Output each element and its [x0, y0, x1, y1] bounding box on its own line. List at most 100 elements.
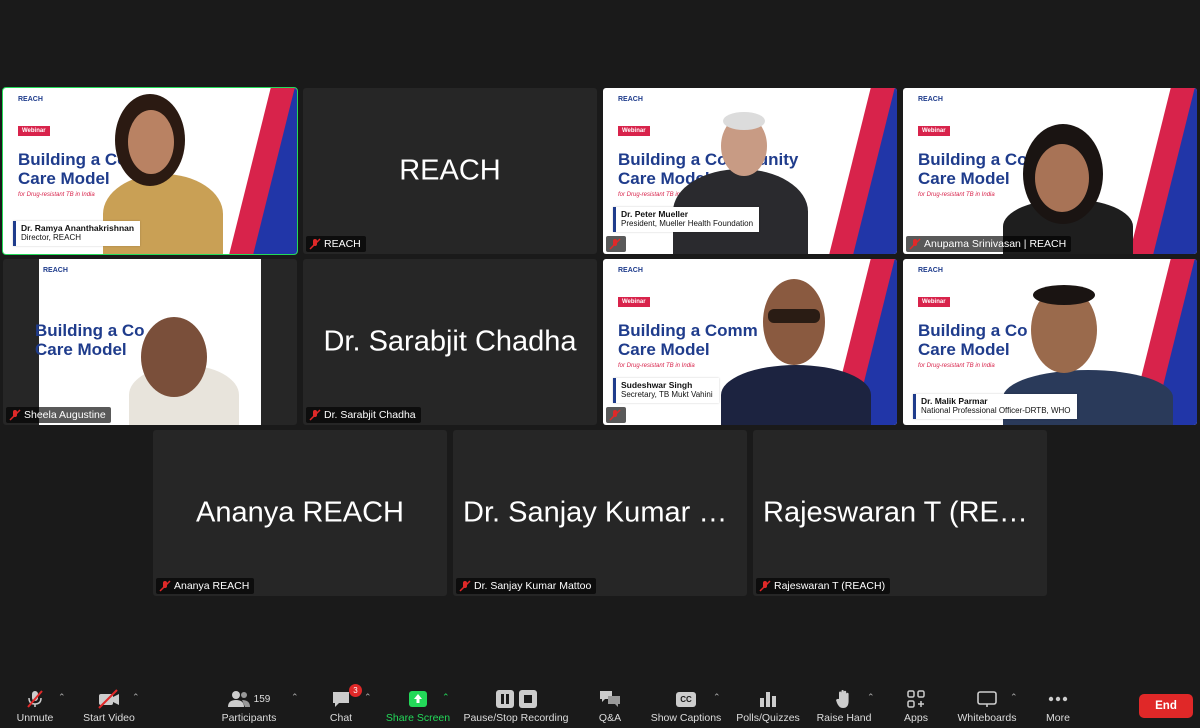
video-tile-malik[interactable]: REACH Webinar Building a Co Care Model fo… — [903, 259, 1197, 425]
speaker-face — [141, 317, 207, 397]
participants-icon — [227, 691, 250, 707]
video-tile-ananya[interactable]: Ananya REACH Ananya REACH — [153, 430, 447, 596]
slide-subtitle: for Drug-resistant TB in India — [918, 363, 995, 369]
polls-quizzes-button[interactable]: Polls/Quizzes — [734, 688, 802, 724]
raise-hand-icon — [836, 690, 849, 708]
chat-chevron-icon[interactable]: ⌃ — [364, 692, 372, 703]
participant-nametag: Rajeswaran T (REACH) — [756, 578, 891, 594]
video-tile-sarabjit[interactable]: Dr. Sarabjit Chadha Dr. Sarabjit Chadha — [303, 259, 597, 425]
muted-mic-icon — [27, 690, 43, 708]
slide-headline: Building a Co Care Model — [918, 150, 1028, 188]
audio-options-chevron-icon[interactable]: ⌃ — [58, 692, 66, 703]
video-tile-sanjay[interactable]: Dr. Sanjay Kumar M... Dr. Sanjay Kumar M… — [453, 430, 747, 596]
participants-chevron-icon[interactable]: ⌃ — [291, 692, 299, 703]
slide-headline: Building a Comm Care Model — [618, 321, 758, 359]
speaker-silhouette — [721, 365, 871, 425]
video-options-chevron-icon[interactable]: ⌃ — [132, 692, 140, 703]
muted-mic-icon — [609, 238, 621, 250]
qa-label: Q&A — [598, 712, 622, 724]
whiteboards-label: Whiteboards — [957, 712, 1017, 724]
speaker-hair — [723, 112, 765, 130]
muted-mic-icon — [909, 238, 921, 250]
muted-mic-icon — [159, 580, 171, 592]
whiteboard-icon — [977, 691, 997, 707]
video-tile-reach[interactable]: REACH REACH — [303, 88, 597, 254]
chat-badge: 3 — [349, 684, 362, 697]
participant-name-large: Dr. Sarabjit Chadha — [323, 325, 577, 358]
captions-icon: CC — [676, 691, 696, 707]
more-dots-icon — [1048, 696, 1068, 702]
qa-button[interactable]: Q&A — [596, 688, 624, 724]
end-meeting-button[interactable]: End — [1139, 694, 1193, 718]
recording-label: Pause/Stop Recording — [463, 712, 569, 724]
speaker-hair — [1033, 285, 1095, 305]
speaker-lower-third: Dr. Malik Parmar National Professional Of… — [913, 394, 1077, 419]
reach-logo: REACH — [618, 96, 643, 103]
webinar-badge: Webinar — [918, 297, 950, 307]
participant-nametag — [606, 407, 626, 423]
muted-mic-icon — [459, 580, 471, 592]
unmute-button[interactable]: Unmute — [14, 688, 56, 724]
qa-icon — [600, 691, 620, 707]
participant-name-large: REACH — [399, 154, 501, 187]
slide-background: REACH Webinar Building a Co Care Model fo… — [903, 88, 1197, 254]
webinar-badge: Webinar — [918, 126, 950, 136]
apps-button[interactable]: Apps — [901, 688, 931, 724]
reach-logo: REACH — [918, 96, 943, 103]
slide-headline: Building a Co Care Model — [35, 321, 145, 359]
webinar-badge: Webinar — [618, 297, 650, 307]
participant-nametag — [606, 236, 626, 252]
pause-recording-icon — [495, 690, 514, 708]
participant-name-large: Ananya REACH — [196, 496, 404, 529]
slide-headline: Building a Co Care Model — [918, 321, 1028, 359]
reach-logo: REACH — [43, 267, 68, 274]
video-tile-peter[interactable]: REACH Webinar Building a Community Care M… — [603, 88, 897, 254]
video-tile-sheela[interactable]: REACH Building a Co Care Model Sheela Aug… — [3, 259, 297, 425]
reactions-chevron-icon[interactable]: ⌃ — [867, 692, 875, 703]
chat-icon — [333, 692, 349, 707]
whiteboards-chevron-icon[interactable]: ⌃ — [1010, 692, 1018, 703]
start-video-button[interactable]: Start Video — [80, 688, 138, 724]
video-tile-ramya[interactable]: REACH Webinar Building a Co Care Model fo… — [2, 87, 298, 255]
speaker-lower-third: Dr. Peter Mueller President, Mueller Heal… — [613, 207, 760, 232]
share-screen-label: Share Screen — [385, 712, 451, 724]
apps-label: Apps — [904, 712, 928, 724]
reach-logo: REACH — [618, 267, 643, 274]
video-tile-rajeswaran[interactable]: Rajeswaran T (REA... Rajeswaran T (REACH… — [753, 430, 1047, 596]
polls-icon — [760, 692, 776, 707]
muted-mic-icon — [309, 238, 321, 250]
speaker-face — [1035, 144, 1089, 212]
reach-logo: REACH — [18, 96, 43, 103]
participant-nametag: Dr. Sarabjit Chadha — [306, 407, 421, 423]
participant-nametag: Sheela Augustine — [6, 407, 111, 423]
chat-label: Chat — [329, 712, 353, 724]
speaker-lower-third: Dr. Ramya Ananthakrishnan Director, REACH — [13, 221, 141, 246]
video-tile-sudeshwar[interactable]: REACH Webinar Building a Comm Care Model … — [603, 259, 897, 425]
participants-button[interactable]: 159 Participants — [218, 688, 280, 724]
speaker-lower-third: Sudeshwar Singh Secretary, TB Mukt Vahini — [613, 378, 719, 403]
more-label: More — [1046, 712, 1070, 724]
participants-count: 159 — [253, 693, 271, 705]
webinar-badge: Webinar — [618, 126, 650, 136]
muted-mic-icon — [9, 409, 21, 421]
meeting-toolbar: Unmute ⌃ Start Video ⌃ 159 Participants … — [0, 684, 1200, 728]
muted-mic-icon — [759, 580, 771, 592]
video-tile-anupama[interactable]: REACH Webinar Building a Co Care Model fo… — [903, 88, 1197, 254]
muted-mic-icon — [309, 409, 321, 421]
captions-chevron-icon[interactable]: ⌃ — [713, 692, 721, 703]
speaker-glasses — [768, 309, 820, 323]
more-button[interactable]: More — [1044, 688, 1072, 724]
raise-hand-button[interactable]: Raise Hand — [815, 688, 873, 724]
share-chevron-icon[interactable]: ⌃ — [442, 692, 450, 703]
participant-name-large: Dr. Sanjay Kumar M... — [463, 496, 747, 529]
muted-mic-icon — [609, 409, 621, 421]
unmute-label: Unmute — [16, 712, 54, 724]
speaker-face — [128, 110, 174, 174]
slide-background: REACH Building a Co Care Model — [35, 259, 261, 425]
raise-hand-label: Raise Hand — [816, 712, 872, 724]
slide-subtitle: for Drug-resistant TB in India — [18, 192, 95, 198]
pause-stop-recording-button[interactable]: Pause/Stop Recording — [461, 688, 571, 724]
participant-name-large: Rajeswaran T (REA... — [763, 496, 1043, 529]
participant-nametag: Dr. Sanjay Kumar Mattoo — [456, 578, 597, 594]
chat-button[interactable]: 3 Chat — [326, 684, 362, 724]
